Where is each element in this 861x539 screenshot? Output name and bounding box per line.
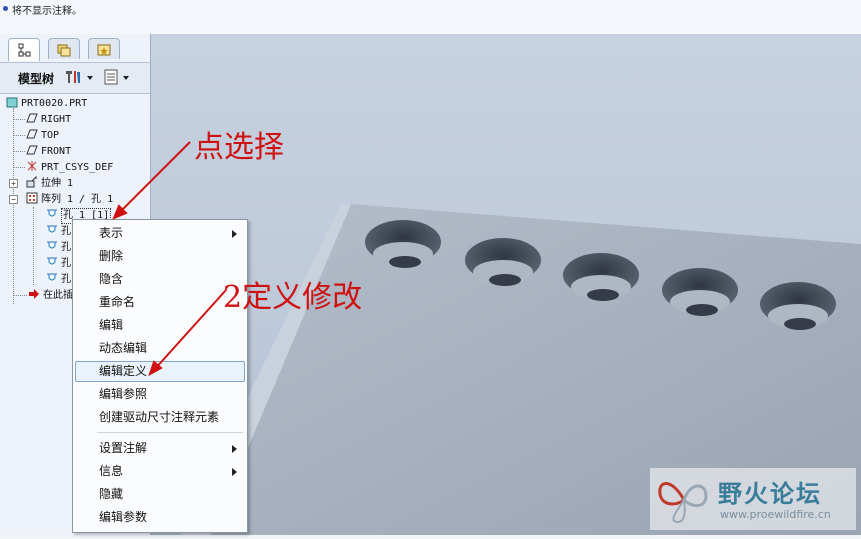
- watermark-title: 野火论坛: [718, 480, 822, 508]
- arrow-to-hole-node: [117, 141, 191, 215]
- annotation-arrows: [112, 141, 227, 377]
- butterfly-logo-icon: [658, 482, 708, 524]
- forum-watermark: 野火论坛 www.proewildfire.cn: [650, 468, 856, 530]
- watermark-url: www.proewildfire.cn: [720, 508, 831, 521]
- arrow-to-edit-definition: [153, 289, 227, 371]
